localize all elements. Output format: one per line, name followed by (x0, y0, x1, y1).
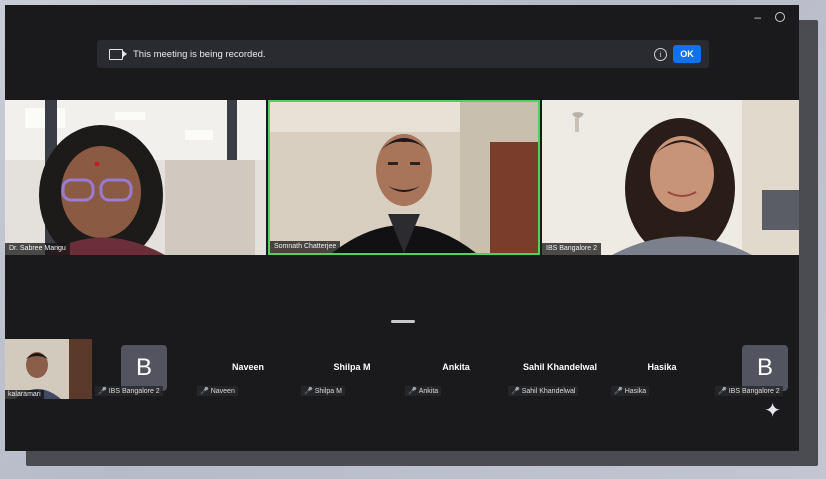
participant-name-tag: 🎤 Shilpa M (301, 386, 345, 396)
muted-mic-icon: 🎤 (304, 388, 313, 395)
muted-mic-icon: 🎤 (614, 388, 623, 395)
participant-name-tag: 🎤 IBS Bangalore 2 (715, 386, 783, 396)
recording-banner-text: This meeting is being recorded. (133, 48, 266, 60)
gallery-resize-handle[interactable] (391, 320, 415, 323)
participant-video (542, 100, 799, 255)
participant-name-tag: 🎤 IBS Bangalore 2 (95, 386, 163, 396)
participant-name-tag: 🎤 Sahil Khandelwal (508, 386, 579, 396)
info-icon[interactable]: i (654, 48, 667, 61)
recording-icon (109, 48, 127, 60)
recording-banner: This meeting is being recorded. i OK (97, 40, 709, 68)
minimize-button[interactable]: – (754, 11, 761, 23)
participant-label: Shilpa M (333, 362, 371, 372)
participant-label: Hasika (647, 362, 677, 372)
video-tile-active-speaker[interactable]: Somnath Chatterjee (268, 100, 540, 255)
participant-label: Ankita (442, 362, 470, 372)
participant-avatar[interactable]: B (742, 345, 788, 391)
ok-button[interactable]: OK (673, 45, 701, 63)
participant-video (270, 102, 538, 253)
participant-name-tag: 🎤 Naveen (197, 386, 238, 396)
participant-name-tag: 🎤 Ankita (405, 386, 442, 396)
participant-name-tag: kalaramari (5, 390, 44, 399)
muted-mic-icon: 🎤 (511, 388, 520, 395)
muted-mic-icon: 🎤 (718, 388, 727, 395)
participant-thumbnail[interactable]: kalaramari (5, 339, 92, 399)
participant-avatar[interactable]: B (121, 345, 167, 391)
video-tile[interactable]: Dr. Sabree Mangu (5, 100, 266, 255)
participant-name-tag: Dr. Sabree Mangu (5, 243, 70, 255)
muted-mic-icon: 🎤 (408, 388, 417, 395)
participant-label: Naveen (231, 362, 265, 372)
meeting-window: – This meeting is being recorded. i OK D… (5, 5, 799, 451)
participant-video (5, 100, 266, 255)
sparkle-icon: ✦ (764, 400, 781, 422)
participant-label: Sahil Khandelwal (522, 362, 598, 372)
video-tile[interactable]: IBS Bangalore 2 (542, 100, 799, 255)
participant-name-tag: Somnath Chatterjee (270, 241, 341, 253)
participant-name-tag: 🎤 Hasika (611, 386, 650, 396)
restore-button[interactable] (775, 12, 785, 22)
muted-mic-icon: 🎤 (98, 388, 107, 395)
participant-name-tag: IBS Bangalore 2 (542, 243, 601, 255)
muted-mic-icon: 🎤 (200, 388, 209, 395)
window-controls: – (754, 11, 785, 23)
